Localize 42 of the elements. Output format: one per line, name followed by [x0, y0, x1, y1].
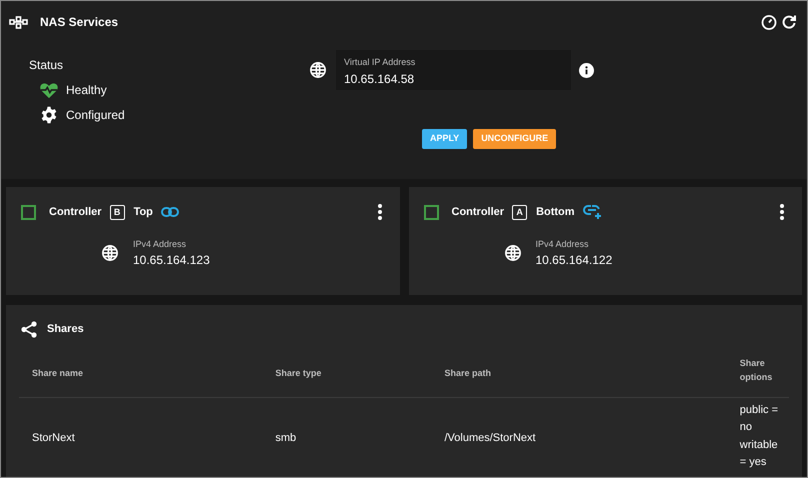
- table-cell-text: StorNext: [32, 431, 75, 446]
- table-cell-text: smb: [275, 431, 296, 446]
- column-header: Share type: [275, 366, 322, 380]
- more-options-icon[interactable]: [378, 204, 382, 220]
- globe-icon: [309, 61, 327, 79]
- status-text: Healthy: [66, 82, 107, 99]
- controller-checkbox[interactable]: [21, 204, 36, 220]
- timer-icon[interactable]: [761, 14, 777, 30]
- page-title: NAS Services: [40, 14, 118, 31]
- shares-title: Shares: [47, 322, 84, 338]
- share-icon: [21, 321, 37, 338]
- link-plus-icon[interactable]: [582, 205, 602, 220]
- column-header: Share path: [444, 366, 491, 380]
- slot-badge: A: [512, 204, 528, 220]
- controller-position: Bottom: [536, 205, 575, 220]
- gear-icon: [40, 106, 58, 124]
- link-icon[interactable]: [160, 207, 179, 218]
- address-value: 10.65.164.122: [536, 252, 612, 269]
- controller-checkbox[interactable]: [424, 204, 438, 220]
- controller-label: Controller: [49, 205, 102, 220]
- controller-label: Controller: [452, 205, 504, 220]
- action-button[interactable]: UNCONFIGURE: [473, 129, 556, 149]
- table-cell-text: public = no writable = yes: [740, 402, 779, 470]
- more-options-icon[interactable]: [780, 204, 784, 220]
- network-icon: [9, 16, 28, 28]
- virtual-ip-field[interactable]: Virtual IP Address 10.65.164.58: [336, 50, 571, 90]
- slot-badge: B: [110, 204, 125, 220]
- heart-pulse-icon: [39, 81, 59, 99]
- status-heading: Status: [29, 57, 64, 74]
- address-label: IPv4 Address: [133, 238, 188, 250]
- info-icon[interactable]: [579, 62, 594, 78]
- controller-position: Top: [134, 205, 153, 220]
- action-button[interactable]: APPLY: [422, 129, 468, 149]
- address-label: IPv4 Address: [536, 238, 590, 250]
- globe-icon: [504, 244, 522, 262]
- table-cell-text: /Volumes/StorNext: [444, 431, 536, 446]
- column-header: Share name: [32, 366, 84, 380]
- globe-icon: [101, 244, 119, 262]
- column-header: Share options: [740, 356, 774, 384]
- refresh-icon[interactable]: [781, 14, 797, 30]
- status-text: Configured: [66, 107, 125, 124]
- address-value: 10.65.164.123: [133, 252, 210, 269]
